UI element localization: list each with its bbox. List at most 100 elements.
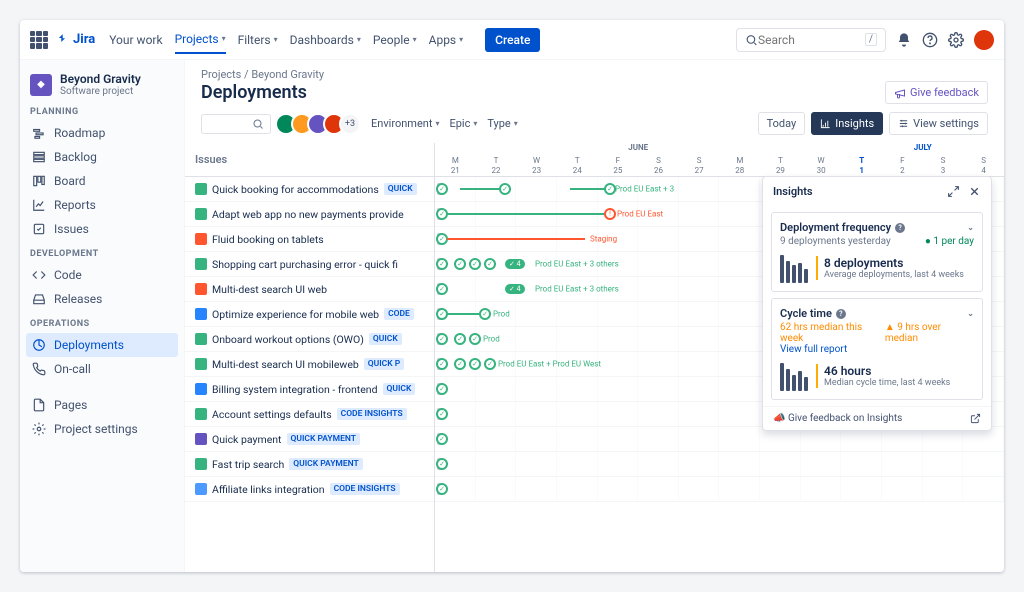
issue-label: QUICK bbox=[369, 333, 402, 345]
view-settings-button[interactable]: View settings bbox=[889, 112, 988, 135]
issue-row[interactable]: Quick booking for accommodationsQUICK bbox=[185, 177, 434, 202]
issue-row[interactable]: Onboard workout options (OWO)QUICK bbox=[185, 327, 434, 352]
issue-row[interactable]: Account settings defaultsCODE INSIGHTS bbox=[185, 402, 434, 427]
search-icon bbox=[745, 32, 758, 48]
sidebar-item-board[interactable]: Board bbox=[26, 169, 178, 193]
deployment-marker[interactable]: ✓ bbox=[436, 333, 448, 345]
issue-row[interactable]: Fluid booking on tablets bbox=[185, 227, 434, 252]
sidebar-item-code[interactable]: Code bbox=[26, 263, 178, 287]
sidebar-item-backlog[interactable]: Backlog bbox=[26, 145, 178, 169]
help-icon[interactable] bbox=[922, 32, 938, 48]
search-icon bbox=[252, 118, 264, 130]
issue-type-icon bbox=[195, 308, 207, 320]
deployment-marker[interactable]: ✓ bbox=[436, 483, 448, 495]
issue-row[interactable]: Multi-dest search UI mobilewebQUICK P bbox=[185, 352, 434, 377]
nav-projects[interactable]: Projects▾ bbox=[175, 26, 226, 54]
issue-row[interactable]: Billing system integration - frontendQUI… bbox=[185, 377, 434, 402]
app-switcher-icon[interactable] bbox=[30, 31, 48, 49]
nav-people[interactable]: People▾ bbox=[373, 27, 417, 53]
sidebar-item-pages[interactable]: Pages bbox=[26, 393, 178, 417]
filter-environment[interactable]: Environment▾ bbox=[371, 117, 439, 130]
deployment-env-tag[interactable]: Prod bbox=[483, 335, 500, 344]
sidebar-item-reports[interactable]: Reports bbox=[26, 193, 178, 217]
search-input[interactable] bbox=[758, 33, 865, 47]
info-icon[interactable]: ? bbox=[895, 223, 905, 233]
sidebar-item-roadmap[interactable]: Roadmap bbox=[26, 121, 178, 145]
deployment-marker[interactable]: ✓ bbox=[469, 258, 481, 270]
deployment-marker[interactable]: ✓ bbox=[436, 358, 448, 370]
backlog-icon bbox=[32, 150, 46, 164]
deployment-env-tag[interactable]: Prod EU East + 3 bbox=[615, 185, 674, 194]
issue-label: QUICK PAYMENT bbox=[287, 433, 360, 445]
deployment-env-tag[interactable]: Prod bbox=[493, 310, 510, 319]
sidebar-item-oncall[interactable]: On-call bbox=[26, 357, 178, 381]
deployment-frequency-card[interactable]: Deployment frequency?⌄ 9 deployments yes… bbox=[771, 212, 983, 292]
nav-your-work[interactable]: Your work bbox=[109, 27, 162, 53]
info-icon[interactable]: ? bbox=[836, 309, 846, 319]
nav-apps[interactable]: Apps▾ bbox=[429, 27, 464, 53]
deployment-count-badge[interactable]: ✓ 4 bbox=[505, 284, 525, 294]
deployment-count-badge[interactable]: ✓ 4 bbox=[505, 259, 525, 269]
external-link-icon[interactable] bbox=[970, 413, 981, 424]
issue-row[interactable]: Fast trip searchQUICK PAYMENT bbox=[185, 452, 434, 477]
cycle-time-card[interactable]: Cycle time?⌄ 62 hrs median this week▲ 9 … bbox=[771, 298, 983, 400]
expand-icon[interactable] bbox=[947, 185, 960, 198]
filter-epic[interactable]: Epic▾ bbox=[449, 117, 477, 130]
sidebar-item-releases[interactable]: Releases bbox=[26, 287, 178, 311]
deployment-marker[interactable]: ✓ bbox=[454, 333, 466, 345]
deployment-marker[interactable]: ✓ bbox=[499, 183, 511, 195]
deployment-marker[interactable]: ✓ bbox=[479, 308, 491, 320]
insights-feedback[interactable]: 📣 Give feedback on Insights bbox=[773, 413, 902, 424]
global-search[interactable]: / bbox=[736, 28, 886, 52]
insights-button[interactable]: Insights bbox=[811, 112, 883, 135]
issue-row[interactable]: Multi-dest search UI web bbox=[185, 277, 434, 302]
nav-filters[interactable]: Filters▾ bbox=[238, 27, 278, 53]
day-header: M28 bbox=[719, 156, 760, 176]
deployment-marker[interactable]: ✓ bbox=[436, 458, 448, 470]
today-button[interactable]: Today bbox=[758, 112, 806, 135]
deployment-marker[interactable]: ! bbox=[604, 208, 616, 220]
deployment-marker[interactable]: ✓ bbox=[469, 333, 481, 345]
deployment-marker[interactable]: ✓ bbox=[469, 358, 481, 370]
deployment-marker[interactable]: ✓ bbox=[484, 258, 496, 270]
deployment-marker[interactable]: ✓ bbox=[436, 383, 448, 395]
deployment-env-tag[interactable]: Prod EU East + 3 others bbox=[535, 260, 619, 269]
deployment-marker[interactable]: ✓ bbox=[436, 258, 448, 270]
deployment-marker[interactable]: ✓ bbox=[454, 258, 466, 270]
issue-search[interactable] bbox=[201, 114, 271, 134]
deployment-marker[interactable]: ✓ bbox=[436, 283, 448, 295]
notifications-icon[interactable] bbox=[896, 32, 912, 48]
deployment-env-tag[interactable]: Staging bbox=[590, 235, 617, 244]
issue-row[interactable]: Adapt web app no new payments provide bbox=[185, 202, 434, 227]
issue-row[interactable]: Affiliate links integrationCODE INSIGHTS bbox=[185, 477, 434, 502]
deployment-env-tag[interactable]: Prod EU East + 3 others bbox=[535, 285, 619, 294]
assignee-avatars[interactable]: +3 bbox=[281, 113, 361, 135]
deployment-marker[interactable]: ✓ bbox=[436, 408, 448, 420]
deployment-marker[interactable]: ✓ bbox=[436, 183, 448, 195]
project-header[interactable]: ◆ Beyond Gravity Software project bbox=[26, 72, 178, 97]
give-feedback-button[interactable]: Give feedback bbox=[885, 81, 988, 104]
deployment-marker[interactable]: ✓ bbox=[454, 358, 466, 370]
issue-row[interactable]: Shopping cart purchasing error - quick f… bbox=[185, 252, 434, 277]
sidebar-item-deployments[interactable]: Deployments bbox=[26, 333, 178, 357]
close-icon[interactable] bbox=[968, 185, 981, 198]
group-operations: OPERATIONS bbox=[30, 319, 174, 329]
filter-type[interactable]: Type▾ bbox=[487, 117, 517, 130]
create-button[interactable]: Create bbox=[485, 28, 540, 52]
nav-dashboards[interactable]: Dashboards▾ bbox=[290, 27, 361, 53]
deployment-env-tag[interactable]: Prod EU East bbox=[617, 210, 663, 219]
settings-icon[interactable] bbox=[948, 32, 964, 48]
sidebar-item-issues[interactable]: Issues bbox=[26, 217, 178, 241]
gear-icon bbox=[32, 422, 46, 436]
deployment-marker[interactable]: ✓ bbox=[436, 433, 448, 445]
profile-avatar[interactable] bbox=[974, 30, 994, 50]
breadcrumb[interactable]: Projects / Beyond Gravity bbox=[185, 60, 1004, 81]
sidebar-item-project-settings[interactable]: Project settings bbox=[26, 417, 178, 441]
view-full-report-link[interactable]: View full report bbox=[780, 344, 974, 355]
issue-row[interactable]: Optimize experience for mobile webCODE bbox=[185, 302, 434, 327]
deployment-marker[interactable]: ✓ bbox=[484, 358, 496, 370]
month-june: JUNE bbox=[435, 143, 841, 156]
jira-logo[interactable]: Jira bbox=[56, 32, 95, 47]
issue-row[interactable]: Quick paymentQUICK PAYMENT bbox=[185, 427, 434, 452]
deployment-env-tag[interactable]: Prod EU East + Prod EU West bbox=[498, 360, 601, 369]
